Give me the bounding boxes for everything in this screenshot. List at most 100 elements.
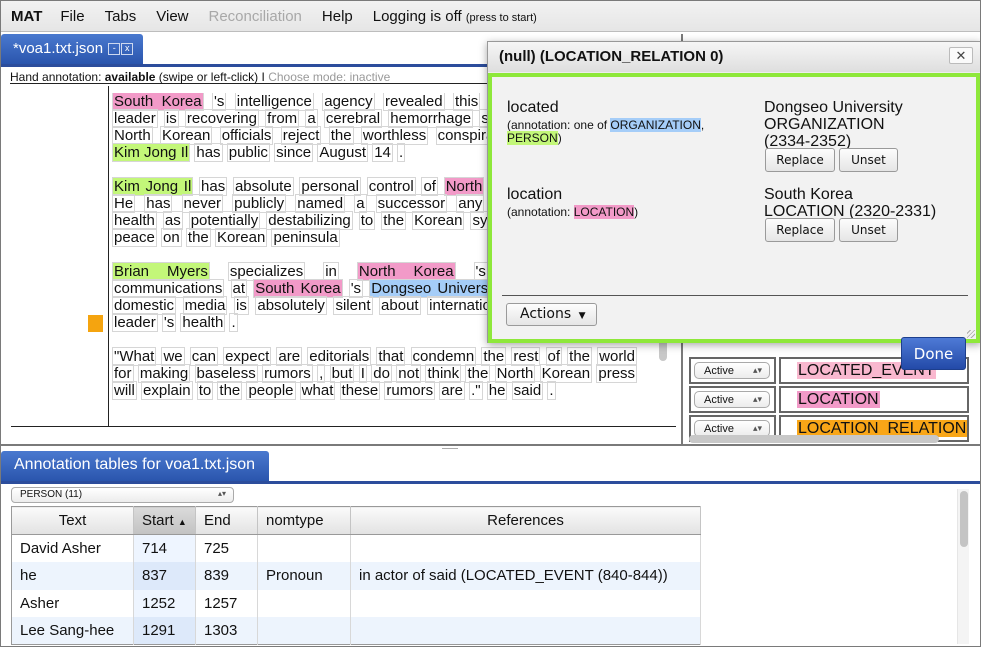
minimize-tab-button[interactable]: - (108, 43, 121, 56)
token[interactable]: silent (333, 296, 373, 315)
hand-annotation-bar: Hand annotation: available (swipe or lef… (10, 70, 490, 84)
resize-grip-icon[interactable] (967, 330, 975, 338)
token[interactable]: said (511, 381, 544, 400)
table-row[interactable]: Asher 1252 1257 (11, 589, 701, 617)
token[interactable]: these (339, 381, 381, 400)
token[interactable]: absolutely (255, 296, 327, 315)
cell-end: 725 (195, 534, 258, 562)
hand-annotation-status[interactable]: available (105, 70, 156, 84)
document-bottom-divider (11, 426, 676, 427)
actions-dropdown-button[interactable]: Actions ▼ (506, 303, 597, 326)
actions-label: Actions (520, 306, 572, 322)
token[interactable]: Korean (214, 228, 268, 247)
cell-text: David Asher (11, 534, 134, 562)
dialog-close-button[interactable]: ✕ (949, 47, 973, 64)
table-row[interactable]: Lee Sang-hee 1291 1303 (11, 617, 701, 645)
close-tab-button[interactable]: x (121, 43, 134, 56)
done-button[interactable]: Done (901, 337, 966, 370)
menu-tabs[interactable]: Tabs (105, 8, 137, 25)
cell-text: Asher (11, 589, 134, 617)
token[interactable]: what (299, 381, 336, 400)
token[interactable]: 's (161, 313, 177, 332)
table-row[interactable]: David Asher 714 725 (11, 534, 701, 562)
token[interactable]: ." (469, 381, 483, 400)
column-header-text[interactable]: Text (11, 506, 134, 535)
token[interactable]: press (596, 364, 637, 383)
token[interactable]: people (246, 381, 296, 400)
token[interactable]: the (185, 228, 211, 247)
token[interactable]: to (196, 381, 214, 400)
token[interactable]: since (274, 143, 314, 162)
cell-end: 839 (195, 562, 258, 590)
unset-location-button[interactable]: Unset (839, 218, 898, 242)
tag-status-select[interactable]: Active ▴▾ (689, 357, 776, 384)
column-header-start[interactable]: Start ▲ (133, 506, 196, 535)
menu-view[interactable]: View (156, 8, 188, 25)
annotation-tables-tab[interactable]: Annotation tables for voa1.txt.json (1, 451, 269, 481)
replace-location-button[interactable]: Replace (765, 218, 835, 242)
token[interactable]: health (180, 313, 226, 332)
tag-status-value: Active ▴▾ (694, 362, 770, 379)
token[interactable]: on (161, 228, 182, 247)
menu-mat[interactable]: MAT (11, 8, 42, 25)
table-row[interactable]: he 837 839 Pronoun in actor of said (LOCATED… (11, 562, 701, 590)
hand-annotation-label: Hand annotation: (10, 70, 102, 84)
menu-file[interactable]: File (60, 8, 84, 25)
tag-status-value: Active ▴▾ (694, 391, 770, 408)
annotated-span-person[interactable]: Kim Jong Il (112, 143, 191, 162)
document-tab[interactable]: *voa1.txt.json -x (1, 34, 143, 64)
slot-hint-location: (annotation: LOCATION) (507, 205, 639, 219)
close-icon: ✕ (955, 48, 967, 63)
token[interactable]: August (317, 143, 369, 162)
token[interactable]: leader (112, 313, 158, 332)
token[interactable]: 14 (372, 143, 393, 162)
token[interactable]: he (486, 381, 508, 400)
annotation-table-scrollbar[interactable] (957, 489, 969, 644)
replace-located-button[interactable]: Replace (765, 148, 835, 172)
cell-end: 1303 (195, 617, 258, 645)
slot-value-text: Dongseo University (764, 99, 903, 116)
annotation-type-select[interactable]: PERSON (11) ▴▾ (11, 487, 234, 503)
token[interactable]: explain (141, 381, 193, 400)
token[interactable]: rumors (384, 381, 436, 400)
column-header-end[interactable]: End (195, 506, 258, 535)
dialog-title[interactable]: (null) (LOCATION_RELATION 0) (488, 42, 980, 72)
token[interactable]: Korean (412, 211, 465, 230)
column-header-nomtype[interactable]: nomtype (257, 506, 351, 535)
token[interactable]: peace (112, 228, 157, 247)
cell-nomtype: Pronoun (257, 562, 351, 590)
token[interactable]: public (226, 143, 270, 162)
token[interactable]: . (229, 313, 238, 332)
cell-start: 837 (133, 562, 196, 590)
unset-located-button[interactable]: Unset (839, 148, 898, 172)
token[interactable]: peninsula (271, 228, 340, 247)
slot-value-location: South Korea LOCATION (2320-2331) (764, 186, 936, 220)
token[interactable]: will (112, 381, 137, 400)
cell-nomtype (257, 617, 351, 645)
annotation-marker[interactable] (88, 315, 103, 332)
logging-toggle[interactable]: Logging is off (press to start) (373, 8, 537, 25)
tag-panel-scrollbar[interactable] (689, 435, 939, 443)
cell-start: 1291 (133, 617, 196, 645)
tag-name-button[interactable]: LOCATION (779, 386, 969, 413)
token[interactable]: . (397, 143, 406, 162)
document-tab-title: *voa1.txt.json (13, 40, 104, 57)
cell-end: 1257 (195, 589, 258, 617)
column-header-references[interactable]: References (350, 506, 701, 535)
token[interactable]: about (379, 296, 421, 315)
document-gutter (1, 86, 111, 431)
tag-status-select[interactable]: Active ▴▾ (689, 386, 776, 413)
annotation-table: Text Start ▲ End nomtype References David As… (11, 506, 701, 645)
token[interactable]: the (217, 381, 243, 400)
tag-label: LOCATION (797, 391, 880, 408)
token[interactable]: . (547, 381, 556, 400)
token[interactable]: has (194, 143, 223, 162)
cell-start: 1252 (133, 589, 196, 617)
token[interactable]: the (381, 211, 407, 230)
menu-help[interactable]: Help (322, 8, 353, 25)
choose-mode-status[interactable]: Choose mode: inactive (268, 70, 390, 84)
token[interactable]: to (358, 211, 376, 230)
token[interactable]: are (439, 381, 465, 400)
scrollbar-thumb[interactable] (960, 491, 968, 547)
annotation-type-chip: ORGANIZATION (610, 118, 701, 132)
